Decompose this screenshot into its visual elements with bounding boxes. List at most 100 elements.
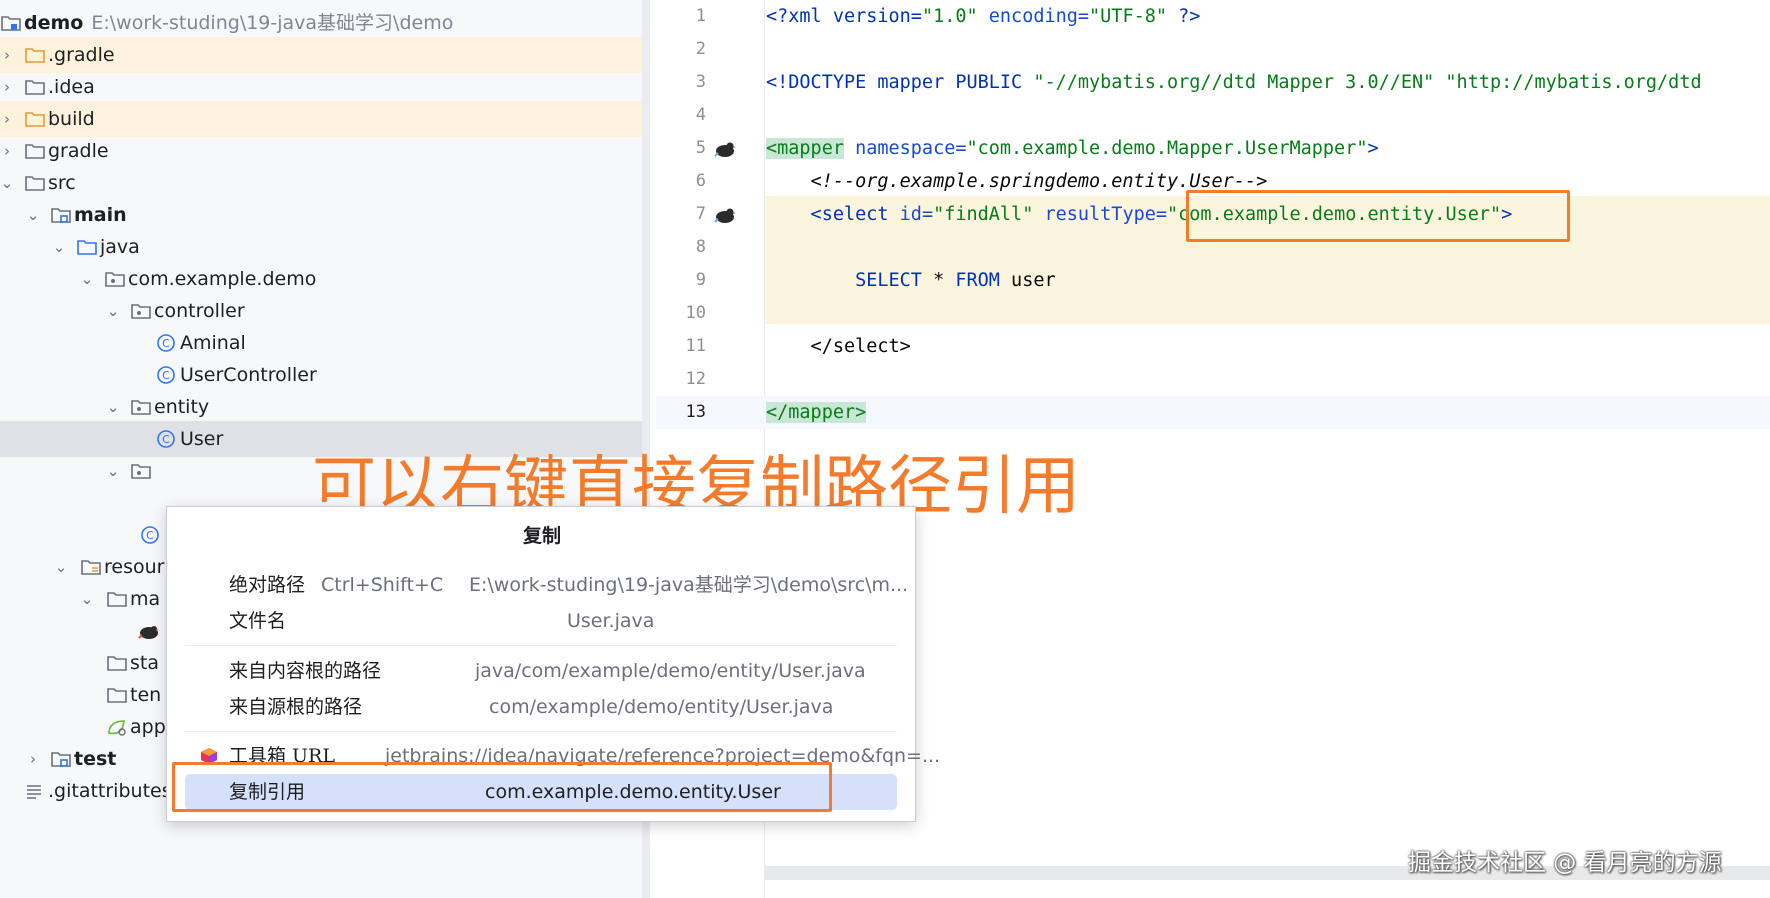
- folder-icon: [25, 112, 45, 127]
- tree-item-main[interactable]: ⌄ main: [0, 197, 642, 233]
- chevron-down-icon[interactable]: ⌄: [106, 389, 120, 425]
- menu-item-absolute-path[interactable]: 绝对路径 Ctrl+Shift+C E:\work-studing\19-jav…: [185, 567, 908, 603]
- mapper-open-tag: <mapper: [766, 138, 844, 159]
- tree-item-label: gradle: [48, 140, 109, 162]
- line-number: 8: [695, 237, 706, 257]
- annotation-highlight-box: [172, 762, 832, 812]
- tree-item-label: main: [74, 204, 127, 226]
- tree-root-row[interactable]: demo E:\work-studing\19-java基础学习\demo: [0, 5, 642, 41]
- chevron-right-icon[interactable]: ›: [0, 133, 14, 169]
- tree-item-label: test: [74, 748, 117, 770]
- svg-text:C: C: [146, 529, 154, 542]
- xml-version: "1.0": [921, 6, 978, 27]
- chevron-down-icon[interactable]: ⌄: [54, 549, 68, 585]
- text-file-icon: [27, 785, 41, 799]
- module-folder-icon: [1, 16, 21, 31]
- tree-item-controller[interactable]: ⌄ controller: [0, 293, 642, 329]
- code-line[interactable]: 4: [656, 99, 1770, 132]
- sql-select-keyword: SELECT: [766, 270, 922, 291]
- code-text: <?xml version="1.0" encoding="UTF-8" ?>: [766, 0, 1200, 33]
- tree-item-label: User: [180, 428, 224, 450]
- chevron-right-icon[interactable]: ›: [26, 741, 40, 777]
- mybatis-bird-icon[interactable]: [714, 205, 736, 224]
- code-line[interactable]: 11 </select>: [656, 330, 1770, 363]
- chevron-down-icon[interactable]: ⌄: [80, 261, 94, 297]
- test-folder-icon: [51, 752, 71, 767]
- class-icon: C: [157, 334, 175, 352]
- code-line[interactable]: 1 <?xml version="1.0" encoding="UTF-8" ?…: [656, 0, 1770, 33]
- code-line[interactable]: 9 SELECT * FROM user: [656, 264, 1770, 297]
- code-line-current[interactable]: 13 </mapper>: [656, 396, 1770, 429]
- tree-item-gradle-hidden[interactable]: › .gradle: [0, 37, 642, 73]
- tree-item-src[interactable]: ⌄ src: [0, 165, 642, 201]
- folder-icon: [107, 656, 127, 671]
- chevron-down-icon[interactable]: ⌄: [26, 197, 40, 233]
- svg-text:C: C: [162, 369, 170, 382]
- line-number: 6: [695, 171, 706, 191]
- code-line[interactable]: 12: [656, 363, 1770, 396]
- result-type-attr: resultType=: [1033, 204, 1167, 225]
- class-icon: C: [141, 526, 159, 544]
- sql-table-name: user: [999, 270, 1056, 291]
- menu-item-label: 文件名: [229, 610, 287, 632]
- tree-item-gradle[interactable]: › gradle: [0, 133, 642, 169]
- folder-icon: [107, 592, 127, 607]
- package-icon: [131, 304, 151, 319]
- tree-item-label: UserController: [180, 364, 317, 386]
- project-path: E:\work-studing\19-java基础学习\demo: [91, 12, 454, 34]
- code-line[interactable]: 10: [656, 297, 1770, 330]
- menu-item-label: 绝对路径: [229, 574, 306, 596]
- menu-item-value: java/com/example/demo/entity/User.java: [475, 660, 866, 682]
- tree-item-label: java: [100, 236, 140, 258]
- line-number: 5: [695, 138, 706, 158]
- code-text: <!DOCTYPE mapper PUBLIC "-//mybatis.org/…: [766, 66, 1702, 99]
- chevron-down-icon[interactable]: ⌄: [80, 581, 94, 617]
- chevron-down-icon[interactable]: ⌄: [0, 165, 14, 201]
- tree-item-package-root[interactable]: ⌄ com.example.demo: [0, 261, 642, 297]
- chevron-down-icon[interactable]: ⌄: [52, 229, 66, 265]
- mapper-close-tag: </mapper: [766, 402, 856, 423]
- code-line[interactable]: 5 <mapper namespace="com.example.demo.Ma…: [656, 132, 1770, 165]
- folder-icon: [25, 144, 45, 159]
- line-number: 9: [695, 270, 706, 290]
- menu-item-file-name[interactable]: 文件名 User.java: [185, 603, 897, 639]
- code-text: </mapper>: [766, 396, 867, 429]
- menu-item-shortcut: Ctrl+Shift+C: [321, 574, 444, 596]
- menu-separator: [185, 731, 897, 732]
- code-line[interactable]: 3 <!DOCTYPE mapper PUBLIC "-//mybatis.or…: [656, 66, 1770, 99]
- folder-icon: [25, 176, 45, 191]
- line-number: 7: [695, 204, 706, 224]
- tree-item-entity[interactable]: ⌄ entity: [0, 389, 642, 425]
- menu-item-value: User.java: [567, 610, 655, 632]
- tree-item-usercontroller[interactable]: C UserController: [0, 357, 642, 393]
- chevron-right-icon[interactable]: ›: [0, 69, 14, 105]
- doctype: <!DOCTYPE mapper PUBLIC: [766, 72, 1034, 93]
- line-number: 4: [695, 105, 706, 125]
- tree-item-aminal[interactable]: C Aminal: [0, 325, 642, 361]
- chevron-right-icon[interactable]: ›: [0, 37, 14, 73]
- chevron-down-icon[interactable]: ⌄: [106, 293, 120, 329]
- tree-root-label: demo E:\work-studing\19-java基础学习\demo: [24, 5, 453, 41]
- package-icon: [131, 400, 151, 415]
- tree-item-label: app: [130, 716, 166, 738]
- code-line[interactable]: 2: [656, 33, 1770, 66]
- code-text: <mapper namespace="com.example.demo.Mapp…: [766, 132, 1379, 165]
- chevron-down-icon[interactable]: ⌄: [106, 453, 120, 489]
- tree-item-label: ma: [130, 588, 161, 610]
- doctype-public-id: "-//mybatis.org//dtd Mapper 3.0//EN": [1033, 72, 1435, 93]
- mybatis-bird-icon[interactable]: [714, 139, 736, 158]
- line-number: 13: [685, 402, 706, 422]
- chevron-right-icon[interactable]: ›: [0, 101, 14, 137]
- svg-text:C: C: [162, 337, 170, 350]
- tag-close: >: [855, 402, 867, 423]
- menu-item-source-root-path[interactable]: 来自源根的路径 com/example/demo/entity/User.jav…: [185, 689, 897, 725]
- tree-item-java[interactable]: ⌄ java: [0, 229, 642, 265]
- tree-item-idea[interactable]: › .idea: [0, 69, 642, 105]
- menu-item-content-root-path[interactable]: 来自内容根的路径 java/com/example/demo/entity/Us…: [185, 653, 897, 689]
- class-icon: C: [157, 430, 175, 448]
- tree-item-build[interactable]: › build: [0, 101, 642, 137]
- tree-item-label: controller: [154, 300, 245, 322]
- java-source-folder-icon: [77, 240, 97, 255]
- xml-encoding: "UTF-8": [1089, 6, 1167, 27]
